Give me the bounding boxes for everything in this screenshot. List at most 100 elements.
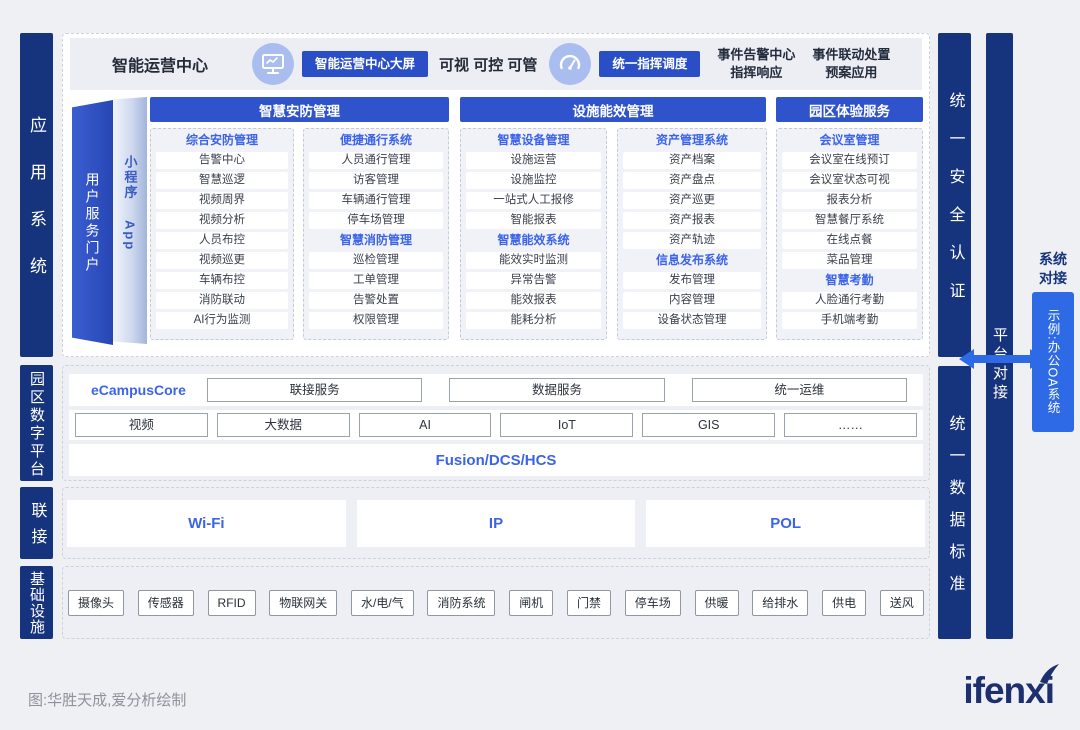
device-box: RFID (208, 590, 256, 616)
subsystem-header: 会议室管理 (782, 132, 917, 149)
platform-capabilities-row: 视频大数据AIIoTGIS…… (69, 410, 923, 440)
app-columns: 综合安防管理告警中心智慧巡逻视频周界视频分析人员布控视频巡更车辆布控消防联动AI… (150, 128, 923, 342)
ioc-screen-button: 智能运营中心大屏 (302, 51, 428, 77)
platform-foundation-strip: Fusion/DCS/HCS (69, 444, 923, 476)
feature-item: 设施监控 (466, 172, 601, 189)
system-docking-label: 系统 对接 (1026, 250, 1080, 288)
ioc-capabilities: 可视 可控 可管 (439, 54, 537, 75)
platform-capability-box: GIS (642, 413, 775, 437)
feature-item: 能效报表 (466, 292, 601, 309)
rail-campus-digital-platform: 园区数字平台 (20, 365, 53, 481)
infra-row: 摄像头传感器RFID物联网关水/电/气消防系统闸机门禁停车场供暖给排水供电送风 (68, 590, 924, 616)
mini-program-label: 小程序 (123, 155, 138, 200)
device-box: 摄像头 (68, 590, 124, 616)
connection-box: Wi-FiIPPOL (62, 487, 930, 559)
device-box: 供暖 (695, 590, 739, 616)
platform-service-box: 数据服务 (449, 378, 664, 402)
feature-item: 资产轨迹 (623, 232, 761, 249)
platform-capability-box: …… (784, 413, 917, 437)
connect-row: Wi-FiIPPOL (67, 500, 925, 547)
platform-service-box: 联接服务 (207, 378, 422, 402)
feature-item: 内容管理 (623, 292, 761, 309)
app-column: 智慧设备管理设施运营设施监控一站式人工报修智能报表智慧能效系统能效实时监测异常告… (460, 128, 607, 340)
feature-item: 车辆通行管理 (309, 192, 443, 209)
infrastructure-box: 摄像头传感器RFID物联网关水/电/气消防系统闸机门禁停车场供暖给排水供电送风 (62, 566, 930, 639)
logo-swoosh-icon (1038, 664, 1062, 686)
device-box: 传感器 (138, 590, 194, 616)
feature-item: 发布管理 (623, 272, 761, 289)
oa-example-label: 示例:办公OA系统 (1044, 309, 1063, 415)
event-alert-center-label: 事件告警中心 指挥响应 (717, 46, 795, 81)
feature-item: 一站式人工报修 (466, 192, 601, 209)
subsystem-header: 智慧消防管理 (309, 232, 443, 249)
diagram-canvas: 应用系统 园区数字平台 联接 基础设施 智能运营中心 智能运营中心大屏 可视 可… (0, 0, 1080, 730)
event-linkage-label: 事件联动处置 预案应用 (812, 46, 890, 81)
subsystem-header: 便捷通行系统 (309, 132, 443, 149)
feature-item: 人员布控 (156, 232, 288, 249)
rail-label: 统一数据标准 (943, 399, 967, 607)
monitor-icon (252, 43, 294, 85)
user-service-portal: 用户服务门户 (72, 100, 113, 345)
rail-unified-security-auth: 统一安全认证 (938, 33, 971, 357)
section-header-campus-experience: 园区体验服务 (776, 97, 923, 122)
portal-channels-text: 小程序 App (121, 155, 140, 344)
event-alert-line2: 指挥响应 (730, 65, 782, 80)
feature-item: 权限管理 (309, 312, 443, 329)
feature-item: 会议室状态可视 (782, 172, 917, 189)
subsystem-header: 综合安防管理 (156, 132, 288, 149)
device-box: 送风 (880, 590, 924, 616)
feature-item: 工单管理 (309, 272, 443, 289)
system-docking-line1: 系统 (1039, 251, 1067, 267)
connect-option-box: POL (646, 500, 925, 547)
connect-option-box: Wi-Fi (67, 500, 346, 547)
rail-label: 园区数字平台 (26, 368, 47, 479)
campus-digital-platform-box: eCampusCore 联接服务数据服务统一运维 视频大数据AIIoTGIS……… (62, 365, 930, 481)
ioc-dispatch-button: 统一指挥调度 (599, 51, 700, 77)
gauge-icon (549, 43, 591, 85)
feature-item: 停车场管理 (309, 212, 443, 229)
portal-channels: 小程序 App (113, 97, 147, 344)
feature-item: 手机端考勤 (782, 312, 917, 329)
subsystem-header: 资产管理系统 (623, 132, 761, 149)
feature-item: 告警中心 (156, 152, 288, 169)
app-column: 资产管理系统资产档案资产盘点资产巡更资产报表资产轨迹信息发布系统发布管理内容管理… (617, 128, 767, 340)
ioc-band: 智能运营中心 智能运营中心大屏 可视 可控 可管 统一指挥调度 事件告警中心 指… (70, 38, 922, 90)
event-alert-line1: 事件告警中心 (717, 47, 795, 62)
rail-label: 联接 (25, 492, 49, 554)
feature-item: 智慧餐厅系统 (782, 212, 917, 229)
platform-capability-box: AI (359, 413, 492, 437)
feature-item: 菜品管理 (782, 252, 917, 269)
feature-item: 视频分析 (156, 212, 288, 229)
feature-item: 人员通行管理 (309, 152, 443, 169)
feature-item: 巡检管理 (309, 252, 443, 269)
device-box: 门禁 (567, 590, 611, 616)
app-column: 综合安防管理告警中心智慧巡逻视频周界视频分析人员布控视频巡更车辆布控消防联动AI… (150, 128, 294, 340)
ifenxi-logo: ifenxi (963, 668, 1054, 714)
system-docking-line2: 对接 (1039, 270, 1067, 286)
device-box: 供电 (822, 590, 866, 616)
platform-capability-box: IoT (500, 413, 633, 437)
device-box: 水/电/气 (351, 590, 414, 616)
platform-capability-box: 视频 (75, 413, 208, 437)
feature-item: 视频周界 (156, 192, 288, 209)
connect-option-box: IP (357, 500, 636, 547)
feature-item: 会议室在线预订 (782, 152, 917, 169)
feature-item: 资产巡更 (623, 192, 761, 209)
rail-application-systems: 应用系统 (20, 33, 53, 357)
feature-item: 设备状态管理 (623, 312, 761, 329)
portal-label: 用户服务门户 (83, 172, 103, 274)
double-arrow-icon (959, 346, 1045, 372)
device-box: 物联网关 (269, 590, 337, 616)
platform-services-row: 联接服务数据服务统一运维 (207, 378, 923, 402)
app-column: 便捷通行系统人员通行管理访客管理车辆通行管理停车场管理智慧消防管理巡检管理工单管… (303, 128, 449, 340)
device-box: 闸机 (509, 590, 553, 616)
rail-unified-data-standard: 统一数据标准 (938, 366, 971, 639)
device-box: 消防系统 (427, 590, 495, 616)
subsystem-header: 智慧考勤 (782, 272, 917, 289)
subsystem-header: 信息发布系统 (623, 252, 761, 269)
footer-credit: 图:华胜天成,爱分析绘制 (28, 689, 186, 710)
feature-item: 消防联动 (156, 292, 288, 309)
rail-label: 基础设施 (26, 571, 47, 635)
feature-item: 访客管理 (309, 172, 443, 189)
platform-services-strip: eCampusCore 联接服务数据服务统一运维 (69, 374, 923, 406)
